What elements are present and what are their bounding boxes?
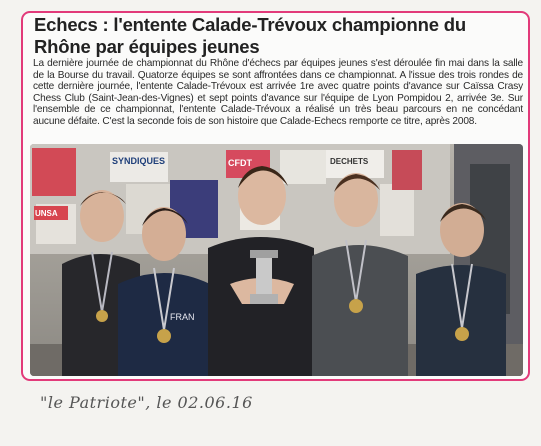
team-photo: SYNDIQUES CFDT DECHETS UNSA FRAN — [30, 144, 523, 376]
poster-text: CFDT — [228, 158, 252, 168]
shirt-text: FRAN — [170, 312, 195, 322]
poster-text: SYNDIQUES — [112, 156, 165, 166]
article-body: La dernière journée de championnat du Rh… — [33, 58, 523, 127]
poster-text: UNSA — [35, 209, 58, 218]
handwritten-source-note: "le Patriote", le 02.06.16 — [40, 393, 253, 412]
article-headline: Echecs : l'entente Calade-Trévoux champi… — [34, 14, 466, 57]
poster-text: DECHETS — [330, 157, 369, 166]
